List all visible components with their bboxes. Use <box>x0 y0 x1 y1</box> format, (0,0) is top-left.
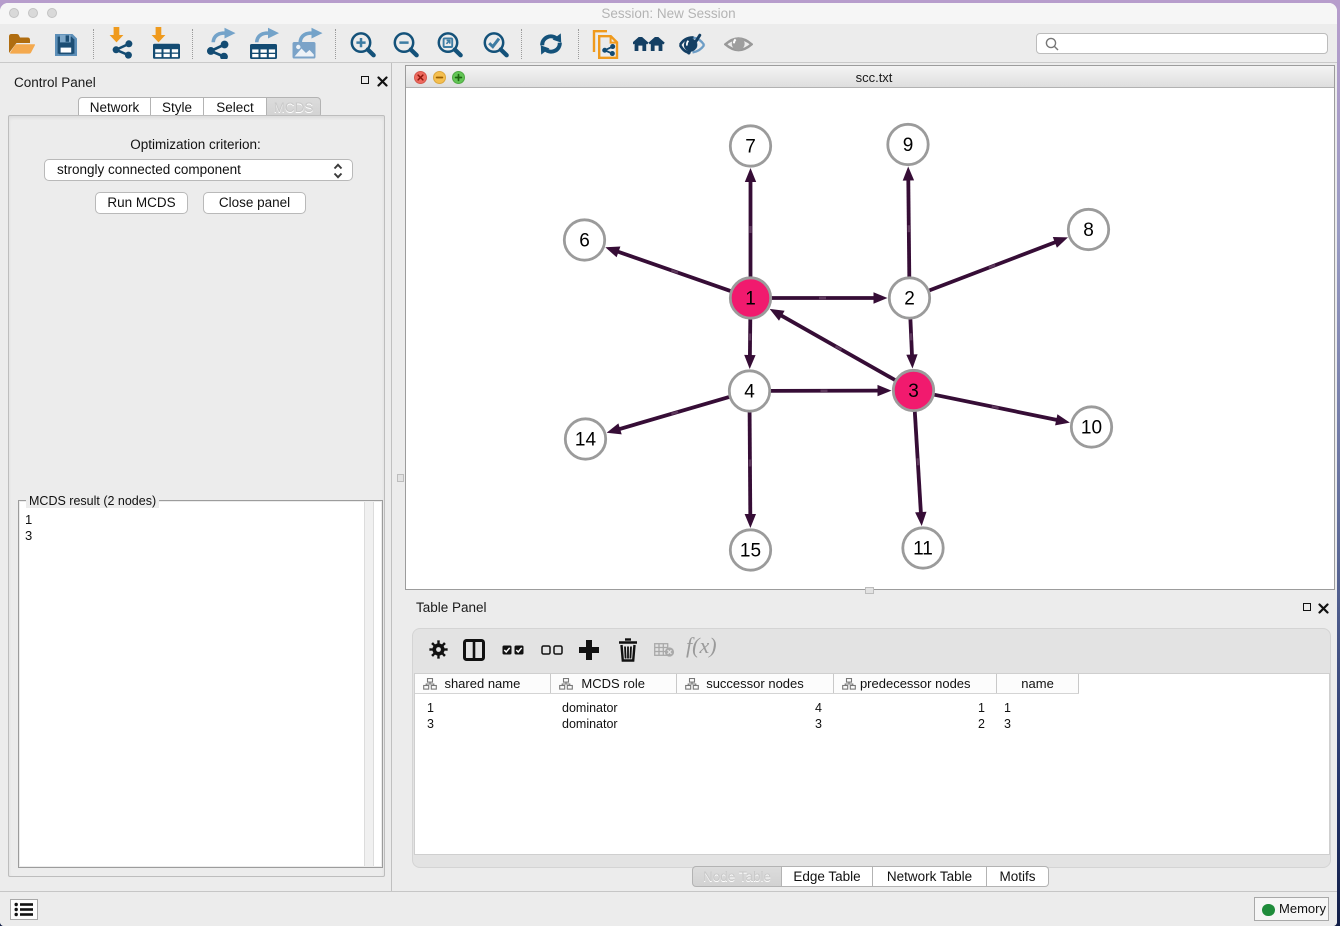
svg-text:14: 14 <box>575 430 597 451</box>
svg-text:4: 4 <box>744 382 755 403</box>
svg-text:3: 3 <box>908 381 919 402</box>
svg-text:7: 7 <box>745 137 756 158</box>
svg-text:6: 6 <box>579 231 590 252</box>
svg-text:15: 15 <box>740 541 761 562</box>
svg-text:1: 1 <box>745 289 756 310</box>
svg-text:9: 9 <box>903 135 914 156</box>
svg-text:10: 10 <box>1081 418 1102 439</box>
svg-text:2: 2 <box>904 289 915 310</box>
svg-text:11: 11 <box>913 539 933 560</box>
svg-text:8: 8 <box>1083 220 1094 241</box>
